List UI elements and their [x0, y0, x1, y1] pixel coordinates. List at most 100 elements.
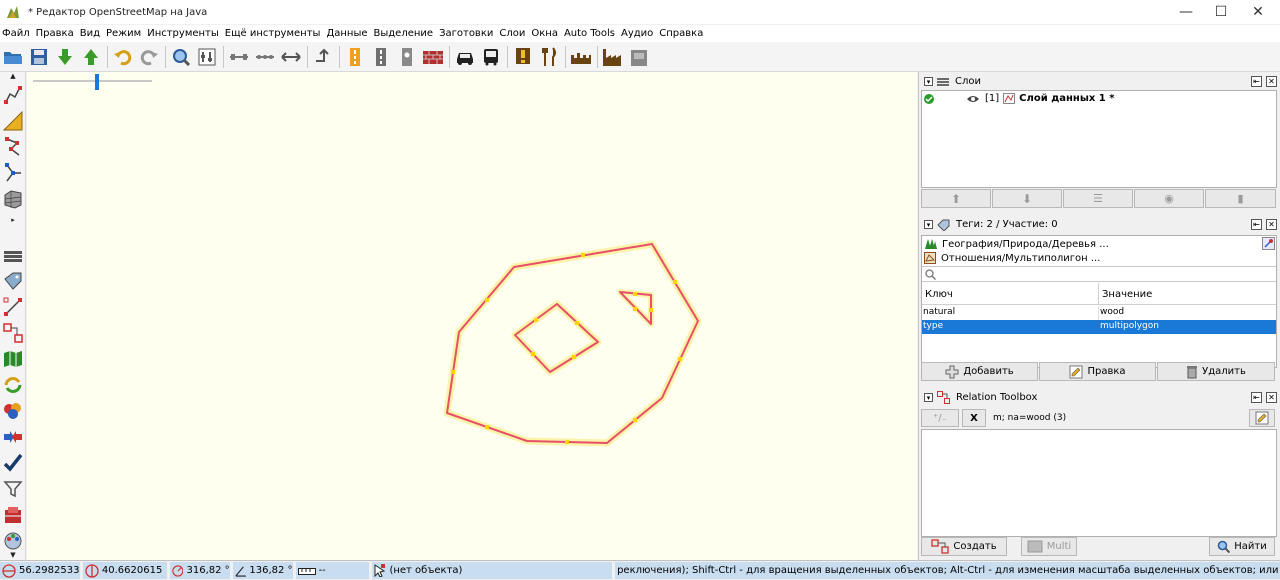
create-relation-button[interactable]: Создать — [921, 537, 1007, 556]
palette-scroll-up-icon[interactable]: ▲ — [7, 72, 19, 80]
measure-mode-button[interactable] — [2, 110, 24, 132]
panel-close-icon[interactable]: ✕ — [1266, 76, 1277, 87]
maximize-button[interactable]: ☐ — [1203, 0, 1239, 24]
toggle-conflicts-button[interactable] — [2, 426, 24, 448]
draw-mode-button[interactable] — [2, 84, 24, 106]
menu-layers[interactable]: Слои — [499, 28, 525, 39]
redo-button[interactable] — [138, 46, 160, 68]
tag-key[interactable]: type — [923, 321, 943, 331]
dock-icon[interactable]: ⇤ — [1251, 76, 1262, 87]
layer-move-up-button[interactable]: ⬆ — [921, 189, 991, 208]
layer-move-down-button[interactable]: ⬇ — [992, 189, 1062, 208]
layer-active-check-icon[interactable] — [924, 93, 934, 104]
palette-scroll-down-icon[interactable]: ▼ — [7, 551, 19, 559]
save-button[interactable] — [28, 46, 50, 68]
edit-relation-button[interactable] — [1249, 409, 1275, 427]
straighten-button[interactable] — [280, 46, 302, 68]
preset-wall-button[interactable] — [422, 46, 444, 68]
tag-filter-input[interactable] — [922, 266, 1276, 282]
align-nodes-button[interactable] — [228, 46, 250, 68]
toggle-imagery-button[interactable] — [2, 504, 24, 526]
zoom-slider-thumb[interactable] — [95, 74, 99, 90]
preset-restaurant-button[interactable] — [538, 46, 560, 68]
preset-industrial-button[interactable] — [602, 46, 624, 68]
menu-view[interactable]: Вид — [80, 28, 100, 39]
zoom-button[interactable] — [170, 46, 192, 68]
tags-panel-header[interactable]: ▾ Теги: 2 / Участие: 0 ⇤ ✕ — [921, 217, 1277, 232]
menu-edit[interactable]: Правка — [36, 28, 74, 39]
tag-row-selected[interactable]: type multipolygon — [922, 320, 1276, 334]
minimize-button[interactable]: — — [1168, 0, 1204, 24]
menu-data[interactable]: Данные — [326, 28, 367, 39]
tag-key[interactable]: natural — [923, 307, 955, 317]
relation-toolbox-header[interactable]: ▾ Relation Toolbox ⇤ ✕ — [921, 390, 1277, 405]
upload-button[interactable] — [80, 46, 102, 68]
tag-value[interactable]: multipolygon — [1100, 321, 1159, 331]
collapse-icon[interactable]: ▾ — [924, 77, 933, 86]
menu-more-tools[interactable]: Ещё инструменты — [225, 28, 321, 39]
tag-row[interactable]: natural wood — [922, 306, 1276, 320]
delete-tag-button[interactable]: Удалить — [1157, 362, 1275, 381]
preset-road-button[interactable] — [344, 46, 366, 68]
layers-panel-header[interactable]: ▾ Слои ⇤ ✕ — [921, 74, 1277, 89]
relation-settings-button[interactable]: ⁺∕₋ — [921, 409, 959, 427]
open-file-button[interactable] — [2, 46, 24, 68]
preset-castle-button[interactable] — [570, 46, 592, 68]
improve-way-button[interactable] — [2, 162, 24, 184]
collapse-icon[interactable]: ▾ — [924, 393, 933, 402]
download-button[interactable] — [54, 46, 76, 68]
layer-merge-button[interactable]: ☰ — [1063, 189, 1133, 208]
dock-icon[interactable]: ⇤ — [1251, 219, 1262, 230]
toggle-validation-button[interactable] — [2, 452, 24, 474]
way-midpoint-markers[interactable] — [451, 253, 682, 444]
building-tool-button[interactable] — [2, 188, 24, 210]
layer-visibility-button[interactable]: ◉ — [1134, 189, 1204, 208]
preset-track-button[interactable] — [396, 46, 418, 68]
visibility-eye-icon[interactable] — [966, 94, 980, 104]
map-view[interactable] — [27, 72, 917, 560]
preferences-button[interactable] — [196, 46, 218, 68]
dock-icon[interactable]: ⇤ — [1251, 392, 1262, 403]
clear-relation-button[interactable]: X — [962, 409, 986, 427]
column-value-header[interactable]: Значение — [1102, 289, 1152, 300]
multipolygon-inner-way-diamond[interactable] — [511, 300, 602, 376]
collapse-icon[interactable]: ▾ — [924, 220, 933, 229]
toggle-layers-button[interactable] — [2, 244, 24, 266]
map-canvas[interactable] — [27, 72, 917, 560]
toggle-users-button[interactable] — [2, 400, 24, 422]
layer-delete-button[interactable]: ▮ — [1205, 189, 1276, 208]
layer-row[interactable]: [1] Слой данных 1 * — [922, 91, 1276, 106]
toggle-selection-button[interactable] — [2, 296, 24, 318]
toggle-tags-button[interactable] — [2, 270, 24, 292]
close-window-button[interactable]: ✕ — [1240, 0, 1276, 24]
menu-auto-tools[interactable]: Auto Tools — [564, 28, 615, 39]
menu-tools[interactable]: Инструменты — [147, 28, 219, 39]
undo-button[interactable] — [112, 46, 134, 68]
menu-audio[interactable]: Аудио — [621, 28, 653, 39]
current-relation-text[interactable]: m; na=wood (3) — [993, 413, 1066, 423]
toggle-changesets-button[interactable] — [2, 374, 24, 396]
preset-search-icon[interactable] — [1262, 237, 1275, 250]
menu-presets[interactable]: Заготовки — [439, 28, 493, 39]
add-tag-button[interactable]: Добавить — [921, 362, 1038, 381]
palette-more-icon[interactable]: ▸ — [7, 216, 19, 224]
preset-bus-button[interactable] — [480, 46, 502, 68]
tag-value[interactable]: wood — [1100, 307, 1124, 317]
toggle-styles-button[interactable] — [2, 530, 24, 552]
preset-path-button[interactable] — [370, 46, 392, 68]
multi-relation-button[interactable]: Multi — [1021, 537, 1077, 556]
menu-file[interactable]: Файл — [2, 28, 30, 39]
toggle-map-paint-button[interactable] — [2, 348, 24, 370]
menu-help[interactable]: Справка — [659, 28, 703, 39]
preset-building-button[interactable] — [628, 46, 650, 68]
relation-members-list[interactable] — [921, 429, 1277, 537]
panel-close-icon[interactable]: ✕ — [1266, 219, 1277, 230]
select-mode-button[interactable] — [2, 136, 24, 158]
edit-tag-button[interactable]: Правка — [1039, 362, 1156, 381]
preset-link-multipolygon[interactable]: Отношения/Мультиполигон ... — [924, 251, 1100, 265]
preset-hazard-button[interactable] — [512, 46, 534, 68]
distribute-nodes-button[interactable] — [254, 46, 276, 68]
panel-close-icon[interactable]: ✕ — [1266, 392, 1277, 403]
column-key-header[interactable]: Ключ — [925, 289, 953, 300]
menu-windows[interactable]: Окна — [531, 28, 558, 39]
